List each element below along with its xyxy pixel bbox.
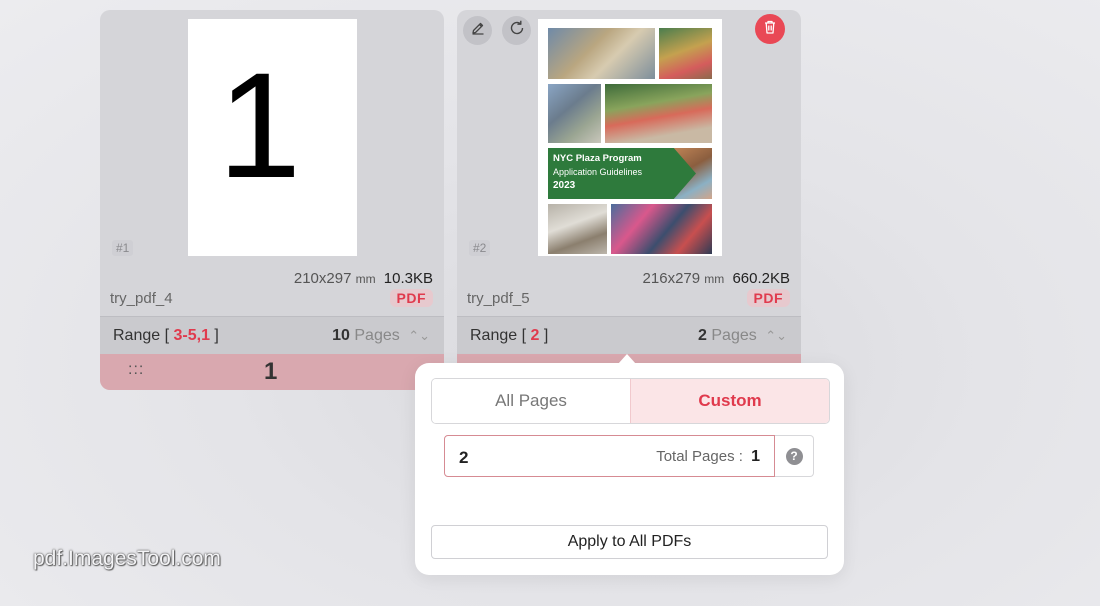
cover-photo bbox=[548, 204, 607, 254]
page-thumbnail[interactable]: NYC Plaza Program Application Guidelines… bbox=[538, 19, 722, 256]
help-button[interactable]: ? bbox=[775, 435, 814, 477]
file-index-tag: #1 bbox=[112, 240, 134, 256]
drag-handle[interactable]: ::: bbox=[128, 361, 144, 379]
range-label[interactable]: Range [ 3-5,1 ] bbox=[113, 327, 219, 345]
cover-photo bbox=[659, 28, 712, 79]
order-number: 1 bbox=[264, 358, 278, 385]
cover-year: 2023 bbox=[553, 179, 576, 191]
thumbnail-area[interactable]: NYC Plaza Program Application Guidelines… bbox=[457, 10, 801, 276]
cover-subtitle: Application Guidelines bbox=[553, 166, 643, 177]
range-bar[interactable]: Range [ 3-5,1 ] 10 Pages ⌃⌄ bbox=[100, 316, 444, 355]
page-thumbnail[interactable]: 1 bbox=[188, 19, 357, 256]
page-dimensions: 216x279 mm 660.2KB bbox=[643, 270, 790, 287]
total-pages-value: 1 bbox=[751, 448, 760, 465]
delete-button[interactable] bbox=[755, 14, 785, 44]
chevron-updown-icon: ⌃⌄ bbox=[765, 328, 787, 343]
order-bar[interactable]: ::: 1 bbox=[100, 354, 444, 390]
dims-unit: mm bbox=[704, 272, 725, 286]
file-name: try_pdf_4 bbox=[110, 290, 173, 307]
thumbnail-page-number: 1 bbox=[217, 40, 302, 209]
cover-title-banner: NYC Plaza Program Application Guidelines… bbox=[548, 148, 696, 199]
popover-caret bbox=[618, 354, 636, 364]
pdf-card-1[interactable]: 1 #1 210x297 mm 10.3KB try_pdf_4 PDF Ran… bbox=[100, 10, 444, 390]
cover-photo bbox=[548, 84, 601, 143]
cover-photo bbox=[548, 28, 655, 79]
file-index-tag: #2 bbox=[469, 240, 491, 256]
dims-value: 216x279 bbox=[642, 270, 701, 287]
file-name: try_pdf_5 bbox=[467, 290, 530, 307]
dims-unit: mm bbox=[355, 272, 376, 286]
dims-value: 210x297 bbox=[293, 270, 352, 287]
pages-count-label: Pages bbox=[711, 327, 757, 344]
range-value: 3-5,1 bbox=[173, 327, 210, 344]
total-pages: Total Pages : 1 bbox=[656, 448, 760, 466]
thumbnail-area[interactable]: 1 #1 bbox=[100, 10, 444, 276]
pages-count-label: Pages bbox=[354, 327, 400, 344]
range-suffix: ] bbox=[214, 327, 219, 344]
trash-icon bbox=[762, 19, 778, 40]
cover-photo bbox=[611, 204, 712, 254]
file-info: 216x279 mm 660.2KB try_pdf_5 PDF bbox=[457, 268, 801, 316]
watermark: pdf.ImagesTool.com bbox=[33, 547, 221, 570]
pages-count-dropdown[interactable]: 10 Pages ⌃⌄ bbox=[332, 327, 430, 345]
file-type-badge: PDF bbox=[746, 289, 790, 307]
pages-count-dropdown[interactable]: 2 Pages ⌃⌄ bbox=[698, 327, 787, 345]
custom-range-value[interactable]: 2 bbox=[459, 448, 468, 468]
rotate-icon bbox=[508, 19, 526, 42]
cover-photo bbox=[605, 84, 712, 143]
range-bar[interactable]: Range [ 2 ] 2 Pages ⌃⌄ bbox=[457, 316, 801, 355]
page-dimensions: 210x297 mm 10.3KB bbox=[294, 270, 433, 287]
rotate-button[interactable] bbox=[502, 16, 531, 45]
edit-button[interactable] bbox=[463, 16, 492, 45]
file-info: 210x297 mm 10.3KB try_pdf_4 PDF bbox=[100, 268, 444, 316]
file-size: 10.3KB bbox=[383, 270, 433, 287]
help-icon: ? bbox=[785, 447, 803, 465]
file-type-badge: PDF bbox=[389, 289, 433, 307]
pages-count-number: 10 bbox=[332, 327, 350, 344]
range-prefix: Range [ bbox=[470, 327, 527, 344]
apply-to-all-button[interactable]: Apply to All PDFs bbox=[431, 525, 828, 559]
range-prefix: Range [ bbox=[113, 327, 170, 344]
file-size: 660.2KB bbox=[732, 270, 790, 287]
edit-icon bbox=[470, 20, 486, 41]
tab-custom[interactable]: Custom bbox=[630, 379, 829, 423]
chevron-updown-icon: ⌃⌄ bbox=[408, 328, 430, 343]
custom-range-input[interactable]: 2 Total Pages : 1 bbox=[444, 435, 775, 477]
pages-count-number: 2 bbox=[698, 327, 707, 344]
range-value: 2 bbox=[530, 327, 540, 344]
cover-title: NYC Plaza Program bbox=[553, 153, 642, 164]
range-popover: All Pages Custom 2 Total Pages : 1 ? App… bbox=[415, 354, 844, 575]
tab-all-pages[interactable]: All Pages bbox=[432, 379, 630, 423]
total-pages-label: Total Pages : bbox=[656, 448, 743, 465]
pdf-card-2[interactable]: NYC Plaza Program Application Guidelines… bbox=[457, 10, 801, 390]
range-mode-toggle: All Pages Custom bbox=[431, 378, 830, 424]
range-label[interactable]: Range [ 2 ] bbox=[470, 327, 548, 345]
range-suffix: ] bbox=[543, 327, 549, 344]
